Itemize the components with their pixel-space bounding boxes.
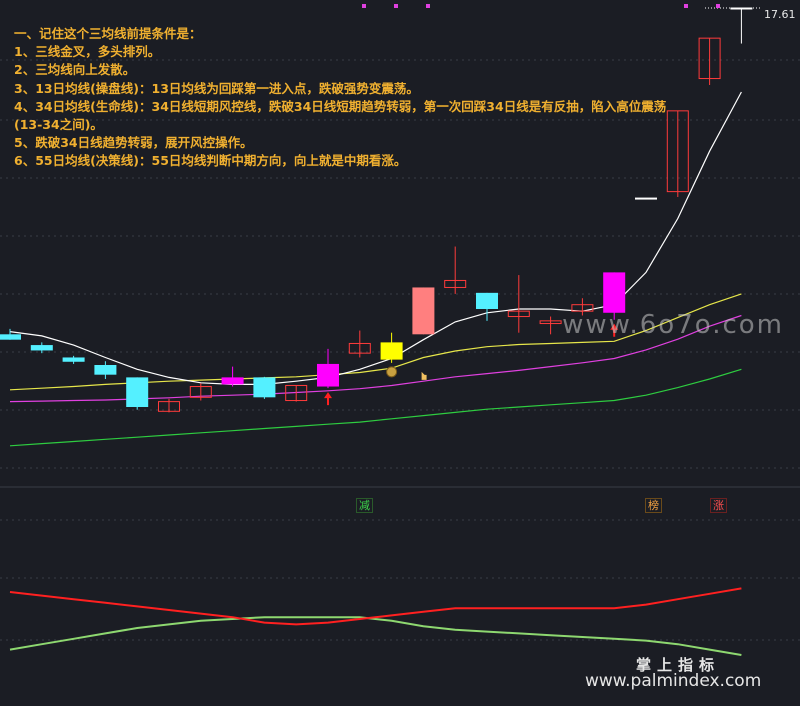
note-line: 1、三线金叉，多头排列。	[14, 44, 161, 60]
note-line: 3、13日均线(操盘线)：13日均线为回踩第一进入点，跌破强势变震荡。	[14, 80, 419, 96]
money-bag-icon	[386, 366, 398, 378]
buy-arrow-icon	[324, 392, 332, 406]
candle-body	[221, 377, 244, 385]
strategy-notes: 一、记住这个三均线前提条件是： 1、三线金叉，多头排列。 2、三均线向上发散。 …	[14, 25, 666, 171]
candle-body	[476, 292, 498, 309]
top-marker	[362, 4, 366, 8]
ma-long-line	[9, 368, 742, 447]
candle-body	[30, 345, 53, 351]
top-marker	[684, 4, 688, 8]
candle-body	[253, 377, 276, 398]
max-price-label: 17.61	[764, 8, 796, 21]
top-marker	[426, 4, 430, 8]
note-line: 6、55日均线(决策线)：55日均线判断中期方向，向上就是中期看涨。	[14, 153, 407, 169]
note-line: 2、三均线向上发散。	[14, 62, 136, 78]
signal-list: 榜	[645, 498, 662, 513]
ma34-line	[9, 293, 742, 391]
candle-body	[94, 365, 117, 375]
watermark-site: www.palmindex.com	[585, 671, 762, 691]
candle-body	[412, 287, 435, 335]
top-marker	[716, 4, 720, 8]
note-line: 一、记住这个三均线前提条件是：	[14, 26, 202, 41]
note-line: 5、跌破34日线趋势转弱，展开风控操作。	[14, 135, 253, 151]
candle-body	[62, 357, 85, 362]
candle-body	[317, 363, 339, 387]
watermark-domain: www.6o7o.com	[562, 310, 784, 340]
candle-body	[635, 197, 657, 200]
indicator-green-line	[9, 616, 742, 656]
hand-cursor-icon	[421, 371, 427, 380]
signal-reduce: 减	[356, 498, 373, 513]
signal-rise: 涨	[710, 498, 727, 513]
indicator-panel	[9, 587, 742, 656]
candle-body	[380, 342, 403, 360]
note-line: (13-34之间)。	[14, 116, 103, 132]
candle-body	[603, 272, 626, 313]
note-line: 4、34日均线(生命线)：34日线短期风控线，跌破34日线短期趋势转弱，第一次回…	[14, 98, 667, 114]
candle-body	[0, 334, 21, 340]
candle-body	[126, 377, 149, 407]
top-marker	[394, 4, 398, 8]
